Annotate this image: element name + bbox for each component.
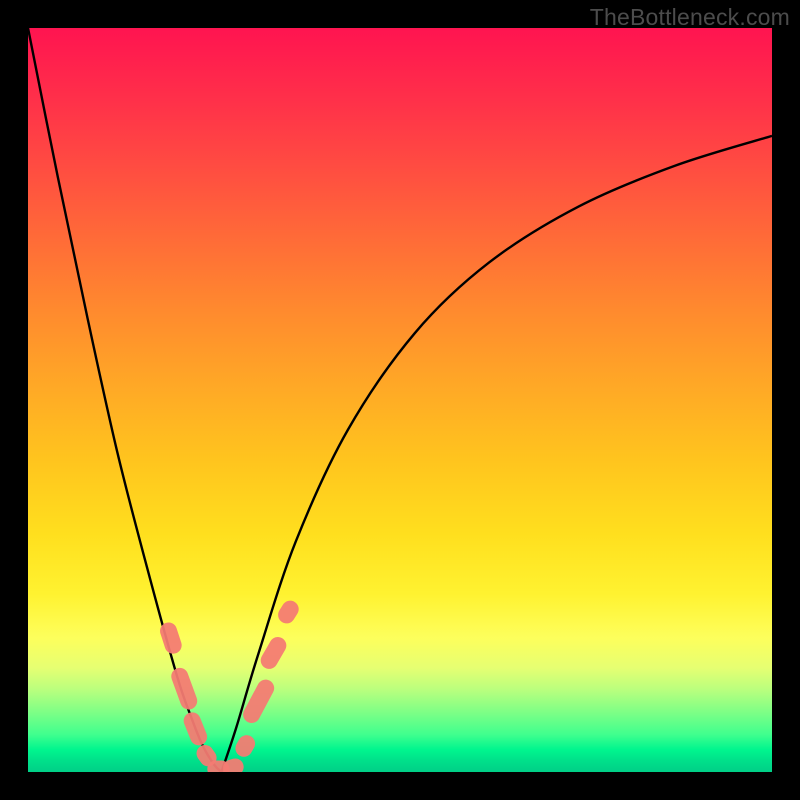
curve-right bbox=[221, 136, 772, 772]
chart-svg bbox=[28, 28, 772, 772]
plot-area bbox=[28, 28, 772, 772]
curve-left bbox=[28, 28, 221, 772]
marker-pill bbox=[221, 756, 246, 772]
marker-pill bbox=[240, 677, 277, 726]
marker-pill bbox=[275, 597, 302, 626]
marker-pill bbox=[181, 710, 210, 748]
watermark-text: TheBottleneck.com bbox=[590, 4, 790, 31]
marker-pill bbox=[169, 665, 200, 711]
marker-pill bbox=[232, 732, 258, 760]
